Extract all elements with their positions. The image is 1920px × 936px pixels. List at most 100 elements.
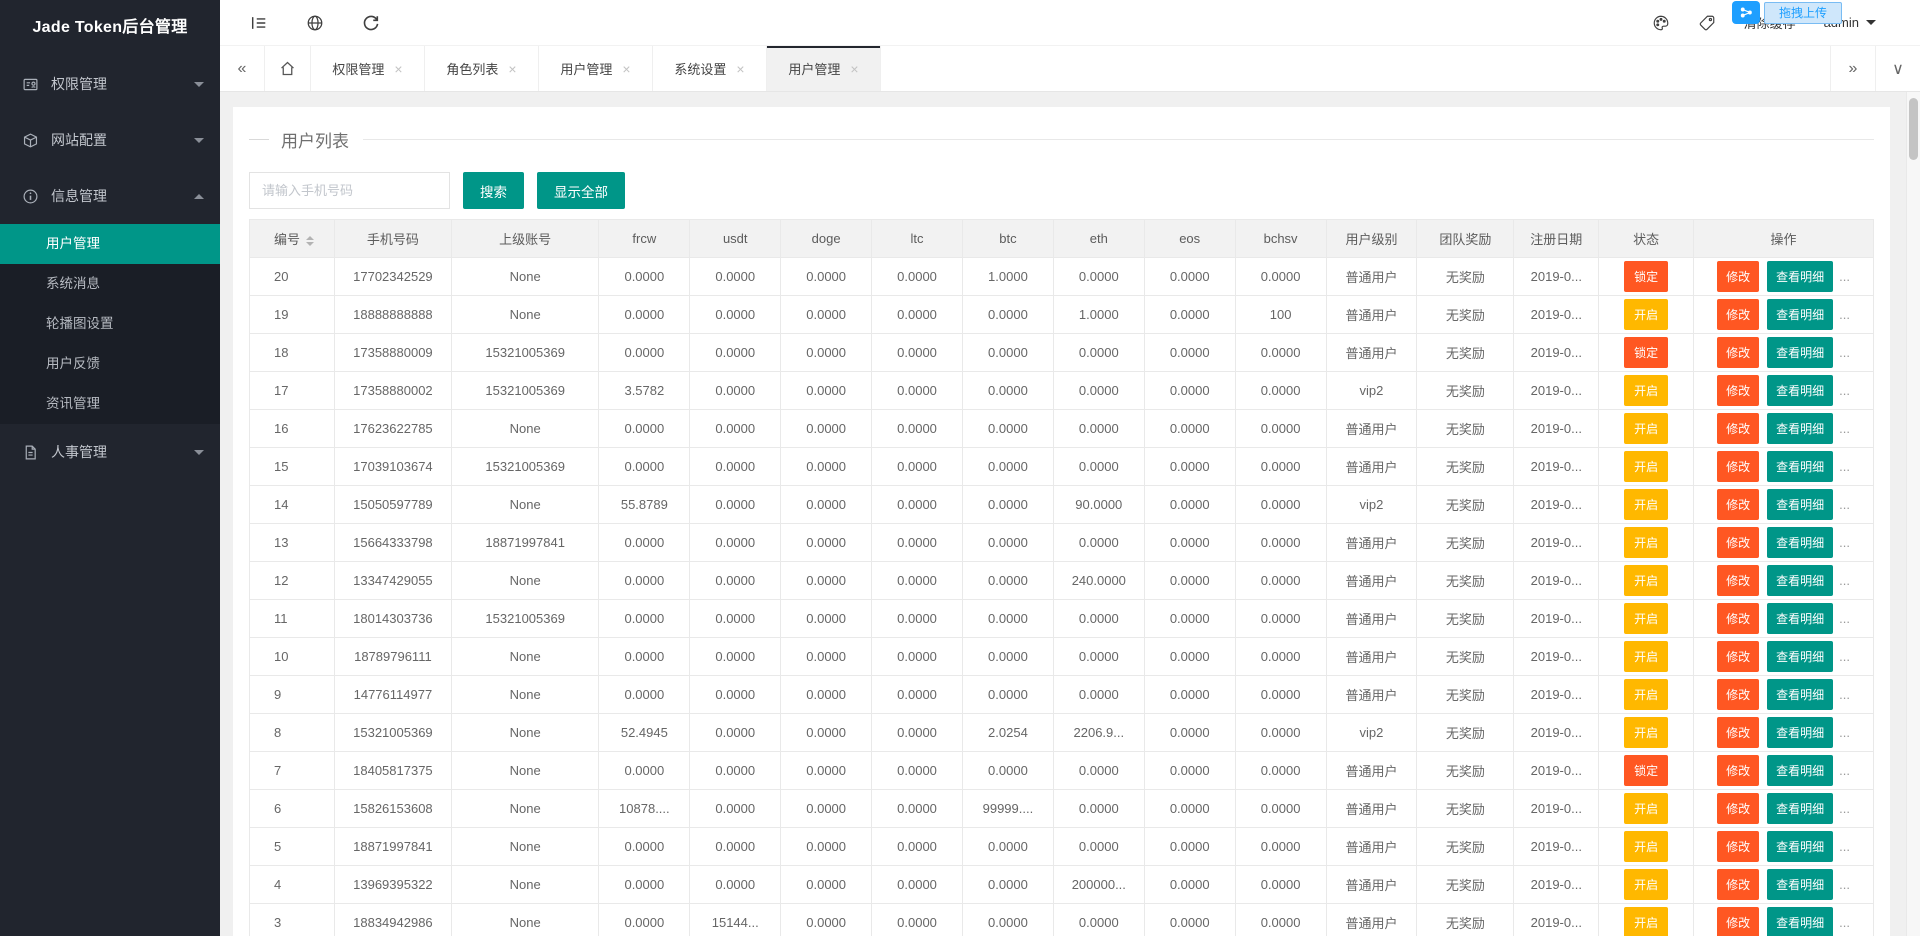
view-detail-button[interactable]: 查看明细 — [1767, 831, 1833, 862]
edit-button[interactable]: 修改 — [1717, 299, 1759, 330]
cell-id: 3 — [250, 904, 335, 936]
drag-upload-button[interactable]: 拖拽上传 — [1764, 2, 1842, 24]
status-badge[interactable]: 开启 — [1624, 527, 1668, 558]
view-detail-button[interactable]: 查看明细 — [1767, 907, 1833, 936]
col-header-编号[interactable]: 编号 — [250, 220, 335, 258]
sidebar-item-3[interactable]: 信息管理 — [0, 168, 220, 224]
view-detail-button[interactable]: 查看明细 — [1767, 717, 1833, 748]
sidebar-subitem-轮播图设置[interactable]: 轮播图设置 — [0, 304, 220, 344]
view-detail-button[interactable]: 查看明细 — [1767, 489, 1833, 520]
status-badge[interactable]: 开启 — [1624, 299, 1668, 330]
edit-button[interactable]: 修改 — [1717, 413, 1759, 444]
palette-icon[interactable] — [1652, 14, 1670, 32]
collapse-sidebar-icon[interactable] — [250, 14, 268, 32]
status-badge[interactable]: 锁定 — [1624, 261, 1668, 292]
edit-button[interactable]: 修改 — [1717, 261, 1759, 292]
show-all-button[interactable]: 显示全部 — [537, 172, 625, 209]
cell-phone: 18888888888 — [334, 296, 451, 334]
tab-close-icon[interactable]: × — [508, 62, 516, 76]
tab-4-系统设置[interactable]: 系统设置× — [653, 46, 767, 91]
phone-search-input[interactable] — [249, 172, 450, 209]
view-detail-button[interactable]: 查看明细 — [1767, 375, 1833, 406]
tab-close-icon[interactable]: × — [850, 62, 858, 76]
tabs-menu-icon[interactable]: ∨ — [1875, 46, 1920, 91]
sidebar-subitem-用户反馈[interactable]: 用户反馈 — [0, 344, 220, 384]
view-detail-button[interactable]: 查看明细 — [1767, 413, 1833, 444]
tab-5-用户管理[interactable]: 用户管理× — [767, 46, 881, 91]
window-scrollbar[interactable] — [1906, 92, 1920, 936]
status-badge[interactable]: 开启 — [1624, 451, 1668, 482]
status-badge[interactable]: 开启 — [1624, 717, 1668, 748]
view-detail-button[interactable]: 查看明细 — [1767, 679, 1833, 710]
tab-close-icon[interactable]: × — [736, 62, 744, 76]
view-detail-button[interactable]: 查看明细 — [1767, 337, 1833, 368]
status-badge[interactable]: 开启 — [1624, 793, 1668, 824]
tag-icon[interactable] — [1698, 14, 1716, 32]
view-detail-button[interactable]: 查看明细 — [1767, 451, 1833, 482]
status-badge[interactable]: 开启 — [1624, 565, 1668, 596]
sidebar-item-2[interactable]: 网站配置 — [0, 112, 220, 168]
view-detail-button[interactable]: 查看明细 — [1767, 755, 1833, 786]
view-detail-button[interactable]: 查看明细 — [1767, 641, 1833, 672]
share-icon[interactable] — [1732, 1, 1760, 24]
cell-actions: 修改查看明细... — [1694, 828, 1874, 866]
status-badge[interactable]: 开启 — [1624, 907, 1668, 936]
status-badge[interactable]: 锁定 — [1624, 337, 1668, 368]
status-badge[interactable]: 开启 — [1624, 603, 1668, 634]
edit-button[interactable]: 修改 — [1717, 451, 1759, 482]
view-detail-button[interactable]: 查看明细 — [1767, 869, 1833, 900]
sidebar-item-4[interactable]: 人事管理 — [0, 424, 220, 480]
tabs-scroll-left-icon[interactable]: « — [220, 46, 265, 91]
edit-button[interactable]: 修改 — [1717, 527, 1759, 558]
view-detail-button[interactable]: 查看明细 — [1767, 603, 1833, 634]
cell-id: 20 — [250, 258, 335, 296]
status-badge[interactable]: 开启 — [1624, 489, 1668, 520]
tabs-scroll-right-icon[interactable]: » — [1830, 46, 1875, 91]
sort-icon[interactable] — [306, 236, 314, 246]
tab-close-icon[interactable]: × — [394, 62, 402, 76]
edit-button[interactable]: 修改 — [1717, 831, 1759, 862]
cell-id: 14 — [250, 486, 335, 524]
cell-btc: 0.0000 — [962, 372, 1053, 410]
edit-button[interactable]: 修改 — [1717, 793, 1759, 824]
view-detail-button[interactable]: 查看明细 — [1767, 299, 1833, 330]
edit-button[interactable]: 修改 — [1717, 869, 1759, 900]
view-detail-button[interactable]: 查看明细 — [1767, 527, 1833, 558]
view-detail-button[interactable]: 查看明细 — [1767, 793, 1833, 824]
edit-button[interactable]: 修改 — [1717, 603, 1759, 634]
tab-2-角色列表[interactable]: 角色列表× — [425, 46, 539, 91]
tab-home[interactable] — [265, 46, 311, 91]
edit-button[interactable]: 修改 — [1717, 489, 1759, 520]
status-badge[interactable]: 开启 — [1624, 679, 1668, 710]
edit-button[interactable]: 修改 — [1717, 679, 1759, 710]
edit-button[interactable]: 修改 — [1717, 337, 1759, 368]
search-button[interactable]: 搜索 — [463, 172, 524, 209]
status-badge[interactable]: 开启 — [1624, 831, 1668, 862]
cell-ltc: 0.0000 — [872, 372, 963, 410]
globe-icon[interactable] — [306, 14, 324, 32]
edit-button[interactable]: 修改 — [1717, 755, 1759, 786]
edit-button[interactable]: 修改 — [1717, 717, 1759, 748]
status-badge[interactable]: 开启 — [1624, 641, 1668, 672]
tab-1-权限管理[interactable]: 权限管理× — [311, 46, 425, 91]
status-badge[interactable]: 开启 — [1624, 869, 1668, 900]
tab-3-用户管理[interactable]: 用户管理× — [539, 46, 653, 91]
status-badge[interactable]: 开启 — [1624, 413, 1668, 444]
sidebar-item-1[interactable]: 权限管理 — [0, 56, 220, 112]
sidebar-subitem-用户管理[interactable]: 用户管理 — [0, 224, 220, 264]
col-header-doge: doge — [781, 220, 872, 258]
tab-close-icon[interactable]: × — [622, 62, 630, 76]
status-badge[interactable]: 锁定 — [1624, 755, 1668, 786]
sidebar-subitem-资讯管理[interactable]: 资讯管理 — [0, 384, 220, 424]
cell-id: 13 — [250, 524, 335, 562]
view-detail-button[interactable]: 查看明细 — [1767, 261, 1833, 292]
refresh-icon[interactable] — [362, 14, 380, 32]
edit-button[interactable]: 修改 — [1717, 641, 1759, 672]
scrollbar-thumb[interactable] — [1909, 98, 1918, 160]
edit-button[interactable]: 修改 — [1717, 375, 1759, 406]
status-badge[interactable]: 开启 — [1624, 375, 1668, 406]
sidebar-subitem-系统消息[interactable]: 系统消息 — [0, 264, 220, 304]
edit-button[interactable]: 修改 — [1717, 565, 1759, 596]
edit-button[interactable]: 修改 — [1717, 907, 1759, 936]
view-detail-button[interactable]: 查看明细 — [1767, 565, 1833, 596]
